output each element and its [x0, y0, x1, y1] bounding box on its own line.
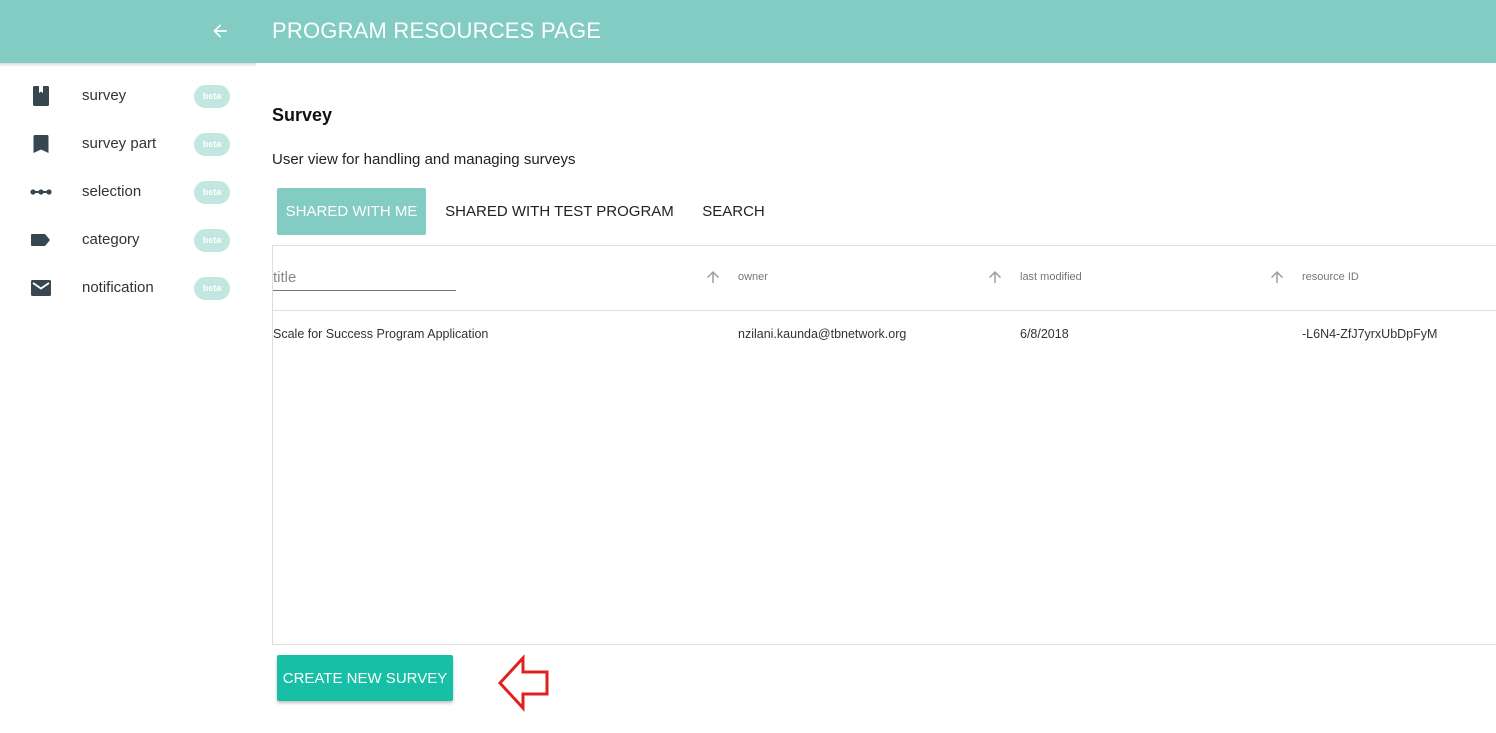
label-tag-icon [30, 229, 52, 251]
resource-table: owner last modified resource ID Scale fo… [272, 245, 1496, 645]
beta-badge: beta [194, 181, 230, 204]
cell-resource-id: -L6N4-ZfJ7yrxUbDpFyM [1302, 327, 1438, 341]
beta-badge: beta [194, 277, 230, 300]
sidebar-item-label: category [82, 231, 140, 248]
sidebar-item-survey-part[interactable]: survey part beta [0, 121, 256, 169]
column-header-owner[interactable]: owner [738, 271, 768, 283]
page-title: PROGRAM RESOURCES PAGE [272, 18, 602, 43]
sidebar-shadow [0, 63, 256, 67]
mail-icon [30, 277, 52, 299]
sort-arrow-up-icon[interactable] [704, 268, 722, 286]
create-new-survey-button[interactable]: CREATE NEW SURVEY [277, 655, 453, 701]
sidebar-item-survey[interactable]: survey beta [0, 73, 256, 121]
sidebar-item-label: survey part [82, 135, 157, 152]
red-arrow-annotation-icon [497, 654, 549, 712]
column-header-last-modified[interactable]: last modified [1020, 271, 1082, 283]
beta-badge: beta [194, 133, 230, 156]
sidebar-item-category[interactable]: category beta [0, 217, 256, 265]
cell-owner: nzilani.kaunda@tbnetwork.org [738, 327, 907, 341]
tab-shared-with-test-program[interactable]: SHARED WITH TEST PROGRAM [436, 188, 683, 235]
sort-arrow-up-icon[interactable] [986, 268, 1004, 286]
beta-badge: beta [194, 85, 230, 108]
sidebar-item-label: selection [82, 183, 142, 200]
title-filter-input[interactable] [273, 265, 456, 291]
column-header-resource-id[interactable]: resource ID [1302, 271, 1359, 283]
section-title: Survey [272, 105, 333, 125]
bookmark-icon [30, 133, 52, 155]
cell-last-modified: 6/8/2018 [1020, 327, 1069, 341]
sort-arrow-up-icon[interactable] [1268, 268, 1286, 286]
section-description: User view for handling and managing surv… [272, 151, 576, 168]
tab-search[interactable]: SEARCH [694, 188, 773, 235]
header-divider [273, 310, 1496, 311]
beta-badge: beta [194, 229, 230, 252]
sidebar-item-notification[interactable]: notification beta [0, 265, 256, 313]
back-button[interactable] [206, 17, 234, 45]
sidebar-item-label: notification [82, 279, 154, 296]
tab-shared-with-me[interactable]: SHARED WITH ME [277, 188, 426, 235]
sidebar-item-label: survey [82, 87, 127, 104]
sidebar-item-selection[interactable]: selection beta [0, 169, 256, 217]
linear-scale-icon [30, 181, 52, 203]
book-icon [30, 85, 52, 107]
cell-title[interactable]: Scale for Success Program Application [273, 327, 488, 341]
arrow-left-icon [213, 24, 227, 38]
